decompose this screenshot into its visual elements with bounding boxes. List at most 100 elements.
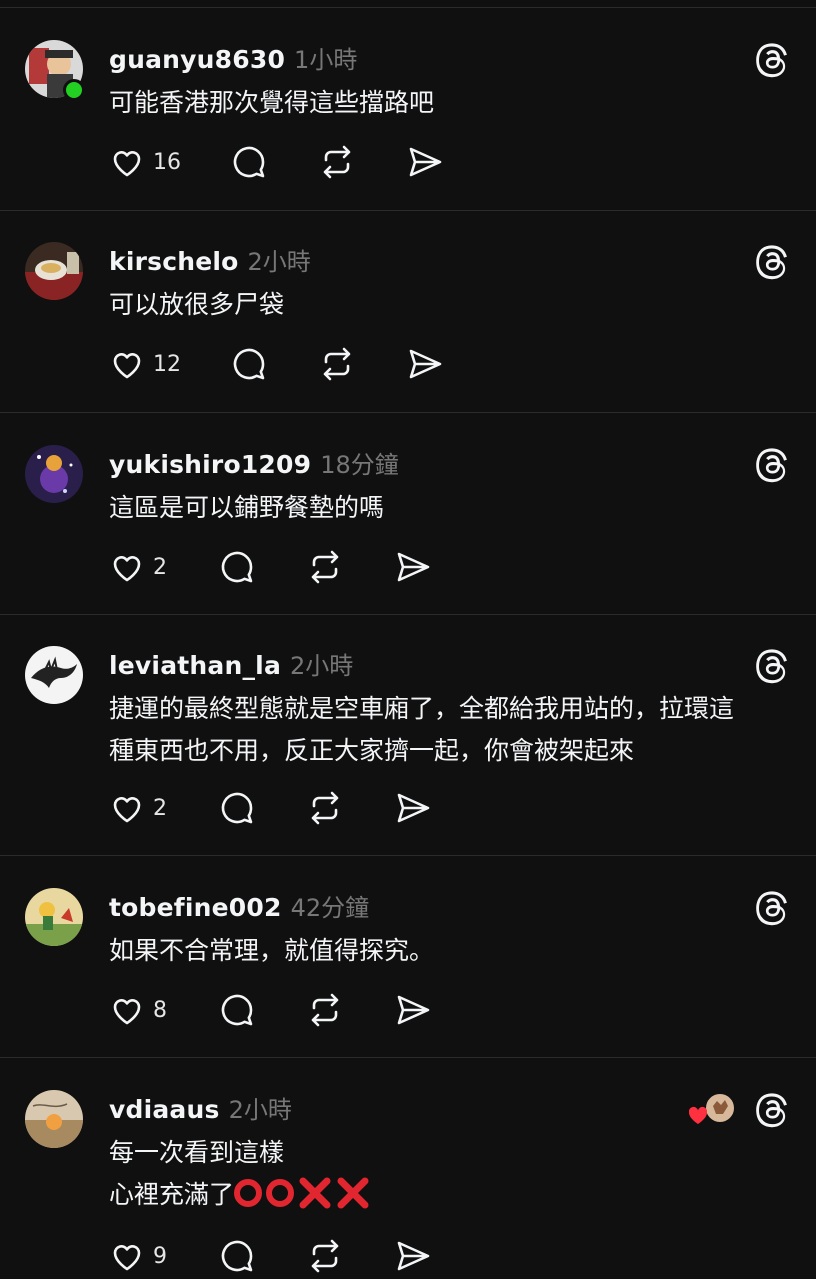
comment-icon [233, 348, 265, 380]
post-text-line: 捷運的最終型態就是空車廂了，全都給我用站的，拉環這 [109, 694, 735, 723]
post-text-line: 這區是可以鋪野餐墊的嗎 [109, 493, 385, 522]
threads-logo-icon[interactable] [751, 645, 791, 685]
repost-icon [311, 791, 339, 825]
red-x-emoji [337, 1177, 369, 1209]
share-button[interactable] [393, 1236, 433, 1276]
avatar[interactable] [25, 888, 83, 946]
like-button[interactable]: 9 [109, 1236, 167, 1276]
online-status-dot [63, 79, 85, 101]
like-count: 16 [153, 149, 181, 175]
repost-button[interactable] [305, 547, 345, 587]
send-icon [397, 1241, 430, 1271]
like-button[interactable]: 2 [109, 788, 167, 828]
repost-button[interactable] [305, 990, 345, 1030]
heart-icon [113, 353, 141, 379]
heart-icon [688, 1106, 708, 1124]
reply-button[interactable] [229, 142, 269, 182]
like-button[interactable]: 16 [109, 142, 181, 182]
reply-button[interactable] [217, 1236, 257, 1276]
send-icon [397, 552, 430, 582]
like-count: 8 [153, 997, 167, 1023]
send-icon [397, 793, 430, 823]
post-divider [0, 210, 816, 211]
timestamp: 1小時 [294, 46, 358, 74]
timestamp: 2小時 [247, 248, 311, 276]
timestamp: 42分鐘 [290, 894, 370, 922]
post-text-line: 種東西也不用，反正大家擠一起，你會被架起來 [109, 736, 635, 765]
share-button[interactable] [393, 547, 433, 587]
post-text-line: 可能香港那次覺得這些擋路吧 [109, 88, 435, 117]
username[interactable]: vdiaaus [109, 1095, 220, 1124]
comment-icon [221, 792, 253, 824]
avatar[interactable] [25, 1090, 83, 1148]
reply-feed: guanyu8630 1小時 可能香港那次覺得這些擋路吧 16 kirschel… [0, 0, 816, 1279]
post-divider [0, 412, 816, 413]
comment-icon [233, 146, 265, 178]
repost-button[interactable] [317, 344, 357, 384]
comment-icon [221, 1240, 253, 1272]
red-x-emoji [299, 1177, 331, 1209]
post-text-line: 可以放很多尸袋 [109, 290, 285, 319]
liked-by-author-indicator [686, 1092, 738, 1128]
like-count: 2 [153, 554, 167, 580]
red-circle-emoji [266, 1179, 295, 1207]
post-text-line: 如果不合常理，就值得探究。 [109, 936, 435, 965]
repost-icon [311, 550, 339, 584]
heart-icon [113, 151, 141, 177]
heart-icon [113, 556, 141, 582]
avatar[interactable] [25, 445, 83, 503]
avatar[interactable] [25, 242, 83, 300]
timestamp: 18分鐘 [320, 451, 399, 479]
heart-icon [113, 999, 141, 1025]
send-icon [409, 349, 442, 379]
send-icon [409, 147, 442, 177]
username[interactable]: yukishiro1209 [109, 450, 311, 479]
reply-button[interactable] [229, 344, 269, 384]
post-divider [0, 614, 816, 615]
comment-icon [221, 994, 253, 1026]
threads-logo-icon[interactable] [751, 444, 791, 484]
repost-button[interactable] [305, 788, 345, 828]
post-text-line-with-emoji: 心裡充滿了 [109, 1174, 374, 1216]
red-circle-emoji [234, 1179, 263, 1207]
threads-logo-icon[interactable] [751, 1089, 791, 1129]
comment-icon [221, 551, 253, 583]
share-button[interactable] [393, 990, 433, 1030]
like-count: 12 [153, 351, 181, 377]
username[interactable]: guanyu8630 [109, 45, 285, 74]
reply-button[interactable] [217, 547, 257, 587]
post-text: 心裡充滿了 [109, 1180, 235, 1209]
threads-logo-icon[interactable] [751, 39, 791, 79]
threads-logo-icon[interactable] [751, 241, 791, 281]
repost-icon [311, 993, 339, 1027]
top-divider [0, 7, 816, 8]
share-button[interactable] [405, 142, 445, 182]
heart-icon [113, 797, 141, 823]
avatar[interactable] [25, 646, 83, 704]
reply-button[interactable] [217, 788, 257, 828]
repost-icon [311, 1239, 339, 1273]
username[interactable]: kirschelo [109, 247, 239, 276]
share-button[interactable] [393, 788, 433, 828]
username[interactable]: leviathan_la [109, 651, 281, 680]
share-button[interactable] [405, 344, 445, 384]
repost-icon [323, 145, 351, 179]
repost-button[interactable] [317, 142, 357, 182]
heart-icon [113, 1245, 141, 1271]
like-count: 9 [153, 1243, 167, 1269]
post-divider [0, 1057, 816, 1058]
repost-icon [323, 347, 351, 381]
like-count: 2 [153, 795, 167, 821]
timestamp: 2小時 [290, 652, 354, 680]
reply-button[interactable] [217, 990, 257, 1030]
like-button[interactable]: 2 [109, 547, 167, 587]
threads-logo-icon[interactable] [751, 887, 791, 927]
post-divider [0, 855, 816, 856]
repost-button[interactable] [305, 1236, 345, 1276]
like-button[interactable]: 12 [109, 344, 181, 384]
like-button[interactable]: 8 [109, 990, 167, 1030]
send-icon [397, 995, 430, 1025]
timestamp: 2小時 [228, 1096, 292, 1124]
username[interactable]: tobefine002 [109, 893, 282, 922]
post-text-line: 每一次看到這樣 [109, 1138, 285, 1167]
